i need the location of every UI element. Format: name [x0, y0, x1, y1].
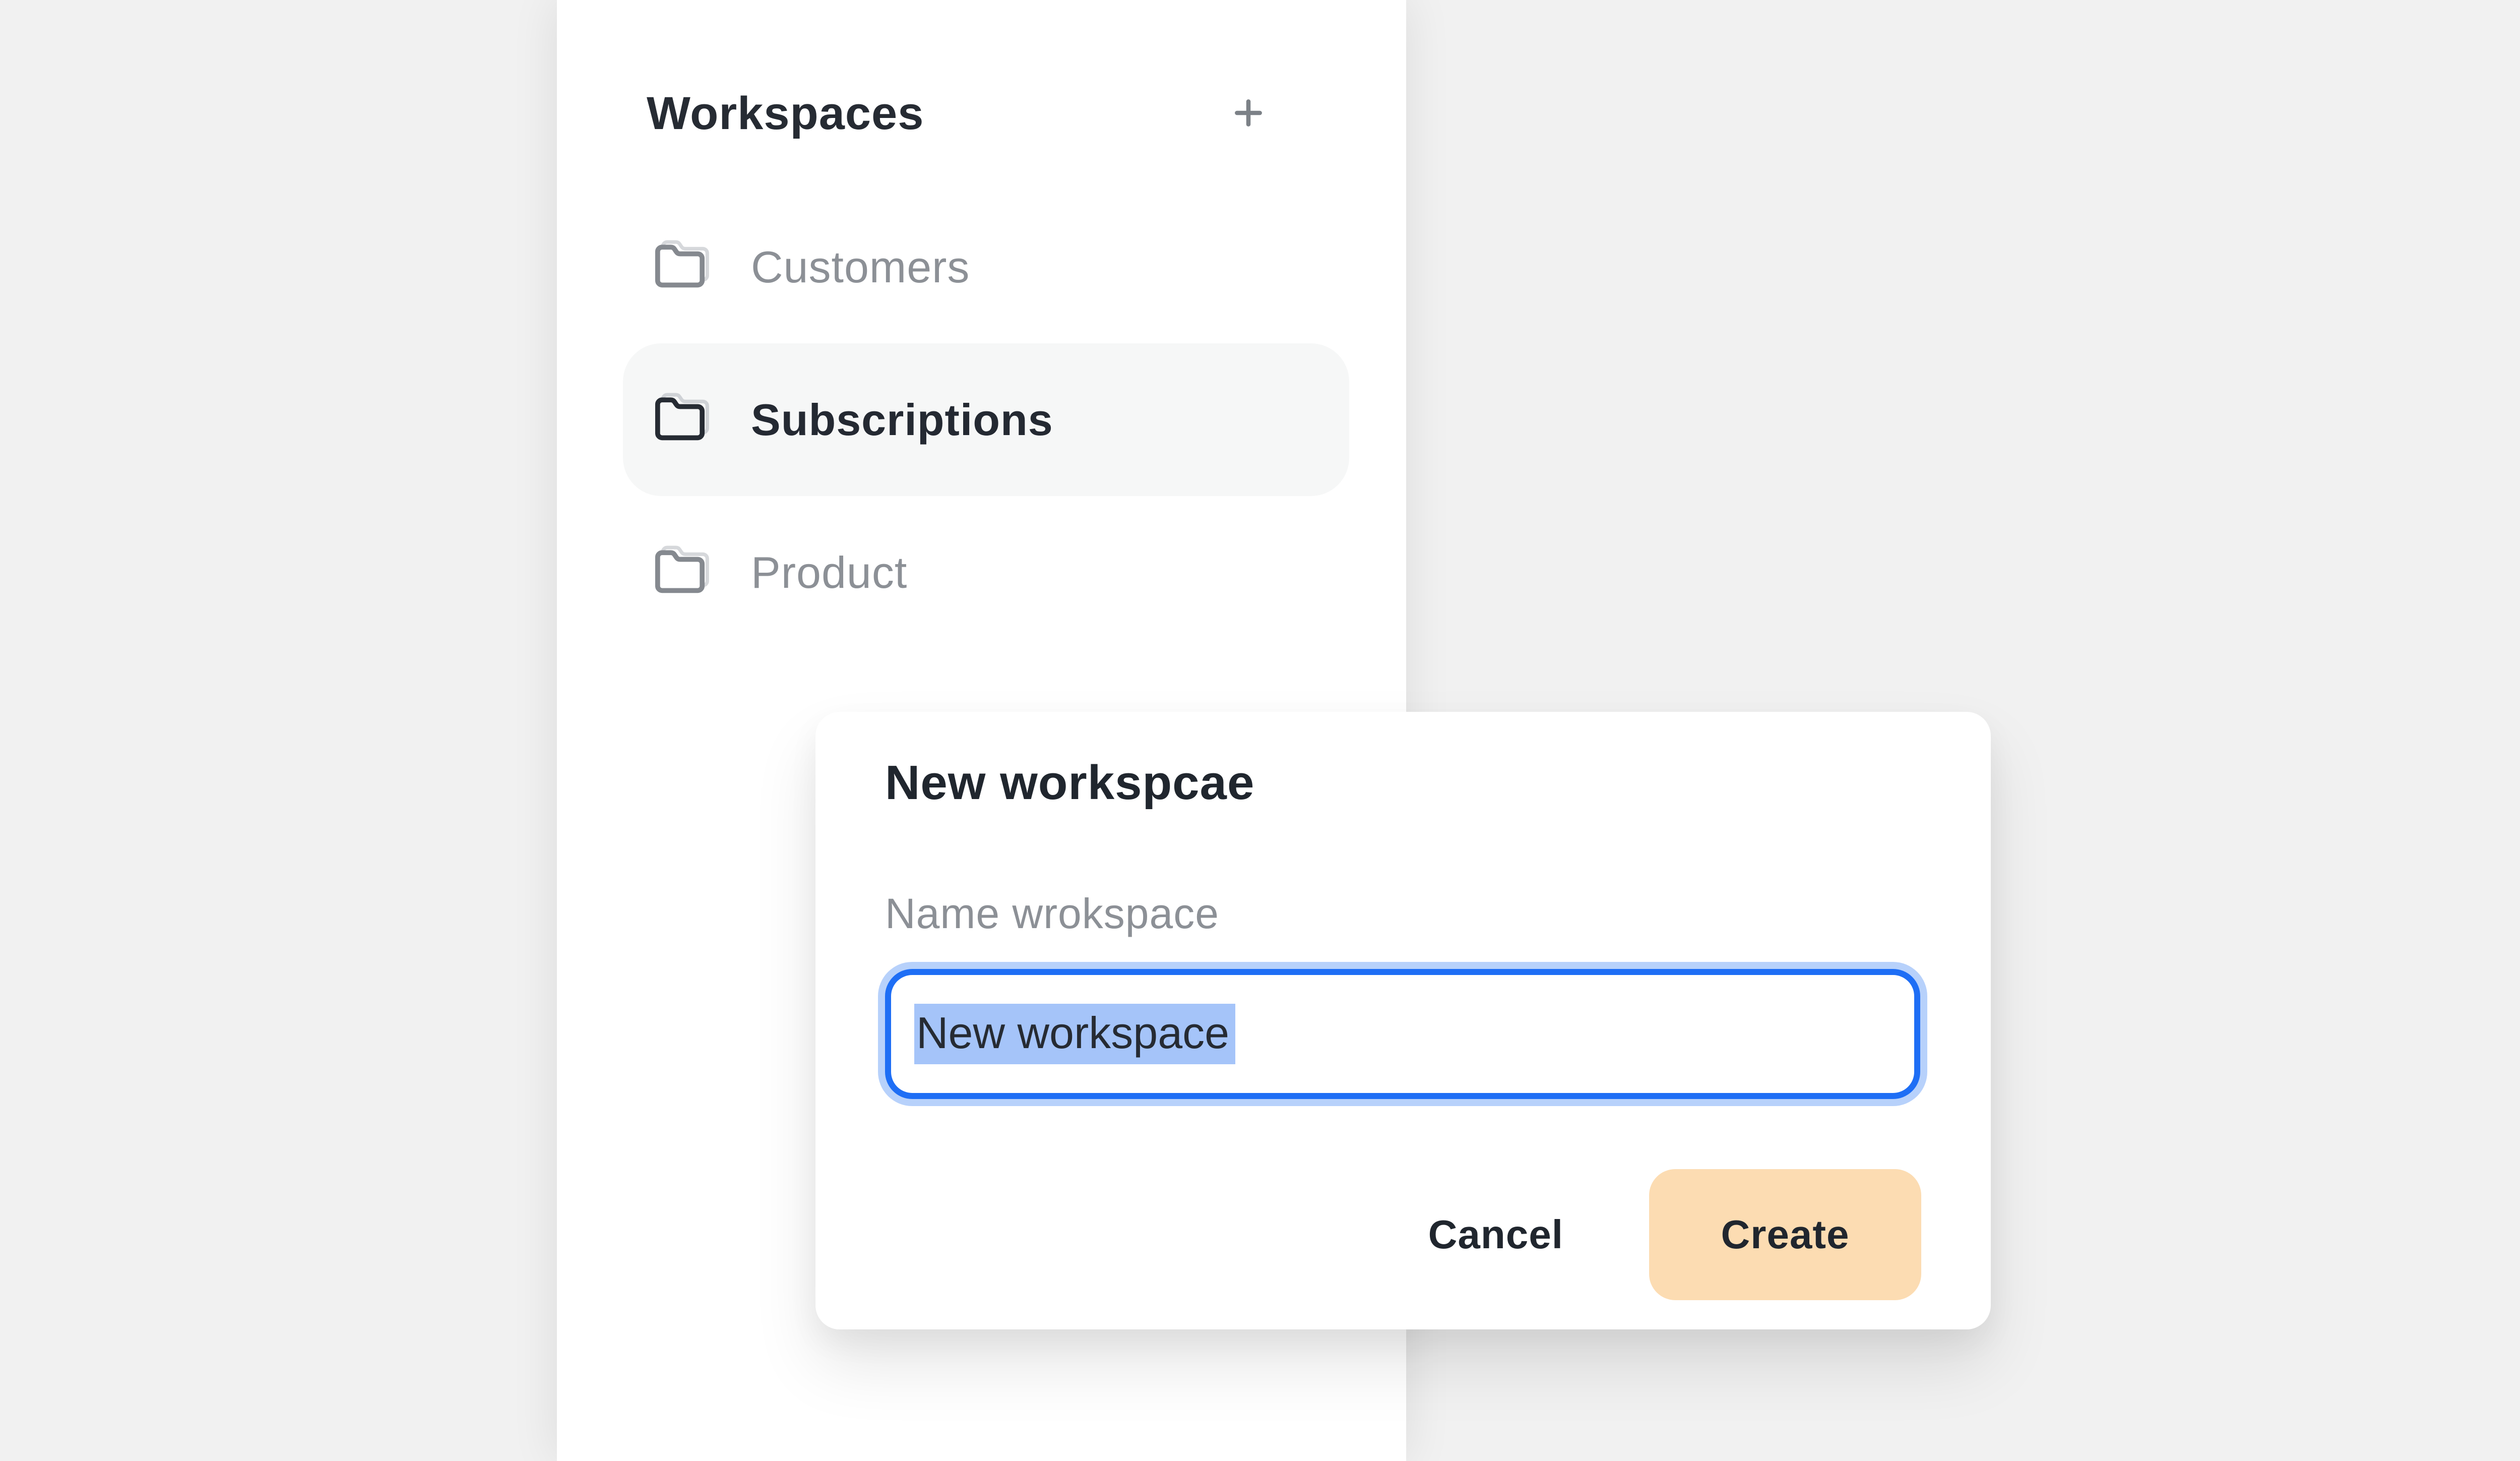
- sidebar-item-label: Product: [751, 547, 907, 598]
- sidebar-item-label: Customers: [751, 241, 970, 293]
- cancel-button[interactable]: Cancel: [1428, 1211, 1563, 1258]
- workspace-name-label: Name wrokspace: [885, 889, 1219, 938]
- page-background: { "sidebar": { "title": "Workspaces", "a…: [0, 0, 2520, 1461]
- workspace-list: Customers Subscriptions Product: [623, 191, 1349, 649]
- folder-icon: [653, 546, 707, 599]
- new-workspace-dialog: New workspcae Name wrokspace New workspa…: [815, 712, 1991, 1329]
- sidebar-title: Workspaces: [647, 87, 924, 140]
- sidebar-item-product[interactable]: Product: [623, 496, 1349, 649]
- create-button[interactable]: Create: [1649, 1169, 1921, 1300]
- sidebar-item-subscriptions[interactable]: Subscriptions: [623, 343, 1349, 496]
- plus-icon: [1232, 97, 1265, 131]
- sidebar-item-label: Subscriptions: [751, 394, 1053, 446]
- dialog-title: New workspcae: [885, 755, 1254, 811]
- folder-icon: [653, 393, 707, 447]
- folder-icon: [653, 240, 707, 294]
- sidebar-header: Workspaces: [647, 71, 1279, 156]
- dialog-actions: Cancel Create: [1428, 1169, 1921, 1300]
- add-workspace-button[interactable]: [1218, 83, 1279, 144]
- selected-input-text: New workspace: [914, 1004, 1235, 1064]
- sidebar-item-customers[interactable]: Customers: [623, 191, 1349, 343]
- workspace-name-input[interactable]: New workspace: [885, 969, 1920, 1099]
